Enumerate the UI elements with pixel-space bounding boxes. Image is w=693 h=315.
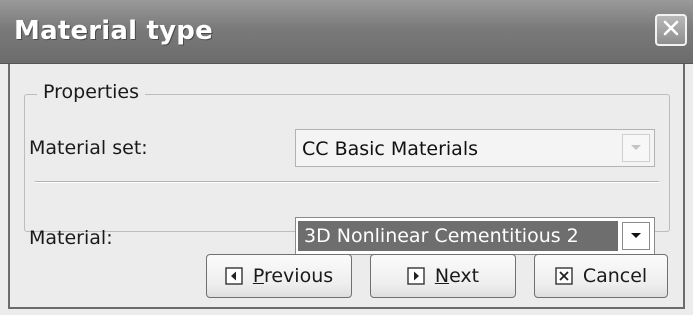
dialog-body: Properties Material set: CC Basic Materi… xyxy=(8,64,685,309)
arrow-right-icon xyxy=(407,267,425,285)
material-set-label: Material set: xyxy=(29,137,148,159)
next-button[interactable]: Next xyxy=(370,254,516,298)
cancel-button[interactable]: Cancel xyxy=(534,254,668,298)
close-icon xyxy=(661,18,681,42)
material-set-dropdown[interactable]: CC Basic Materials xyxy=(295,129,655,167)
cancel-label: Cancel xyxy=(582,265,648,287)
separator xyxy=(35,181,659,183)
previous-button[interactable]: Previous xyxy=(206,254,352,298)
next-label: Next xyxy=(434,265,480,287)
properties-group-title: Properties xyxy=(37,81,146,103)
properties-groupbox: Properties Material set: CC Basic Materi… xyxy=(24,81,670,255)
material-label: Material: xyxy=(29,227,113,249)
material-dropdown[interactable]: 3D Nonlinear Cementitious 2 xyxy=(295,217,655,255)
arrow-left-icon xyxy=(225,267,243,285)
chevron-down-icon[interactable] xyxy=(622,134,650,162)
material-set-value: CC Basic Materials xyxy=(302,138,479,160)
material-value: 3D Nonlinear Cementitious 2 xyxy=(298,221,618,251)
x-box-icon xyxy=(555,267,573,285)
previous-label: Previous xyxy=(252,265,334,287)
window-title: Material type xyxy=(14,16,213,46)
chevron-down-icon[interactable] xyxy=(622,222,650,250)
dialog-window: Material type Properties Material set: C… xyxy=(0,0,693,315)
close-button[interactable] xyxy=(655,14,687,46)
title-bar[interactable]: Material type xyxy=(0,0,693,64)
